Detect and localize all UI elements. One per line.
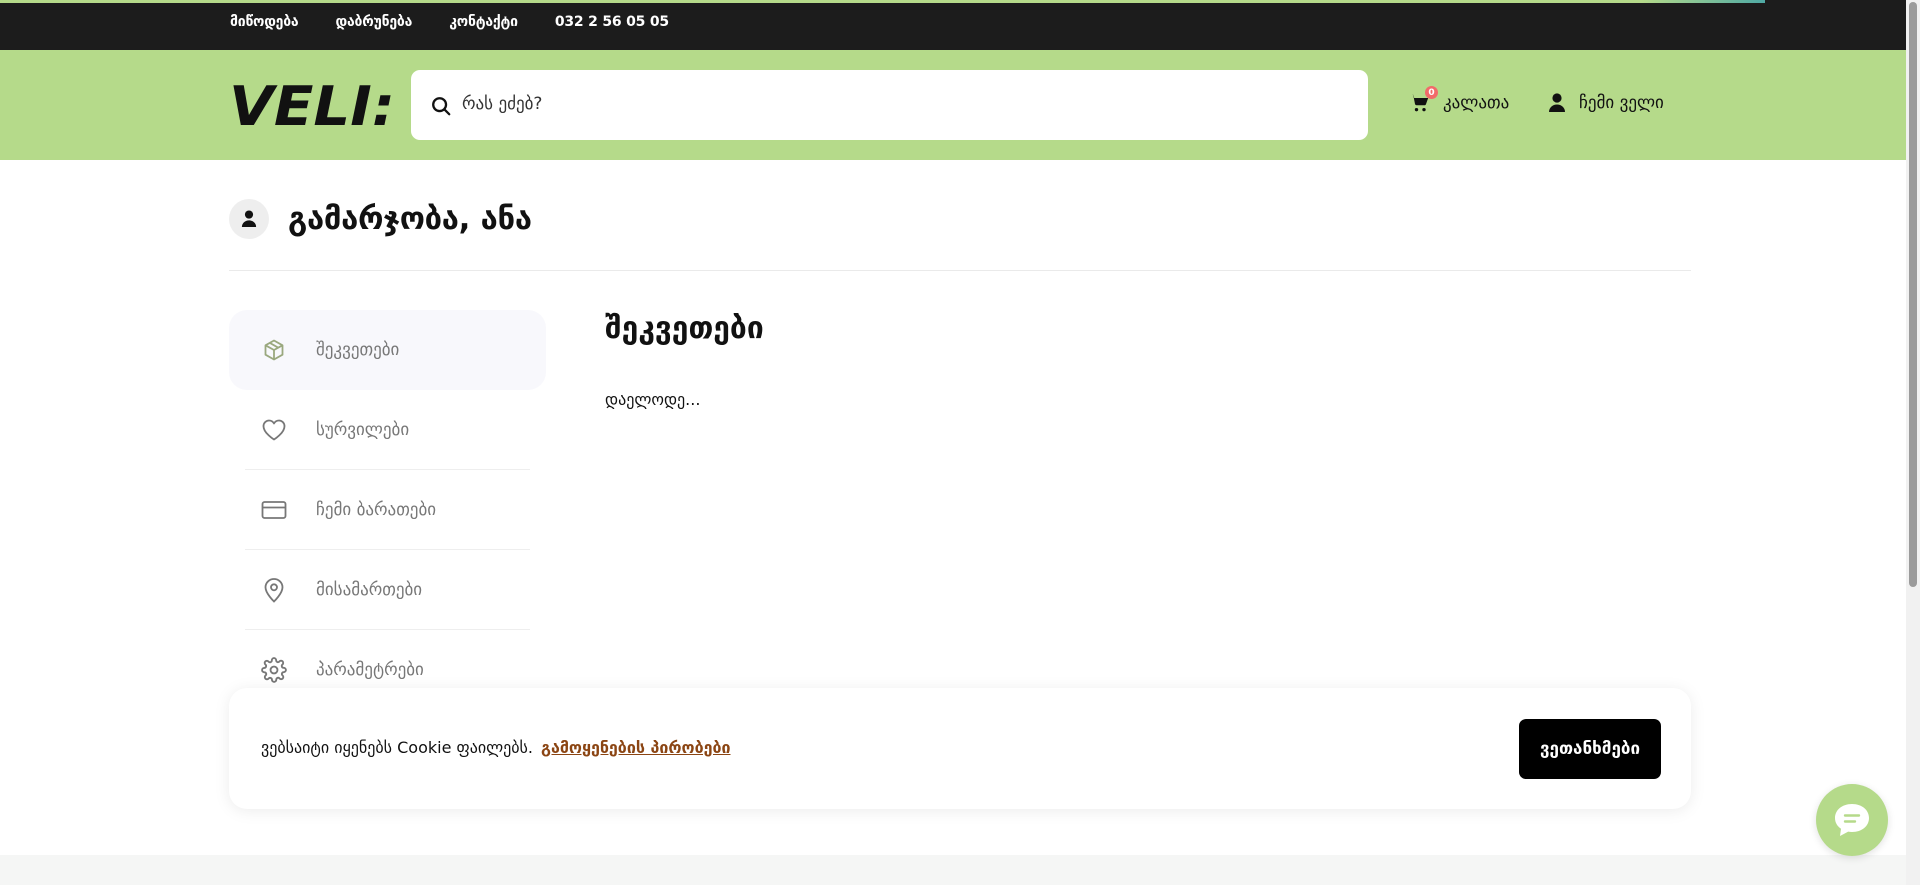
scrollbar[interactable] xyxy=(1906,0,1920,885)
user-avatar-icon xyxy=(241,210,257,227)
box-icon xyxy=(261,337,287,363)
accept-cookies-button[interactable]: ვეთანხმები xyxy=(1519,719,1661,779)
cookie-terms-link[interactable]: გამოყენების პირობები xyxy=(541,738,731,757)
search-icon xyxy=(432,97,451,116)
footer-strip xyxy=(0,855,1906,885)
cookie-banner: ვებსაიტი იყენებს Cookie ფაილებს. გამოყენე… xyxy=(229,688,1691,809)
cart-label: კალათა xyxy=(1443,93,1510,113)
sidebar-item-orders[interactable]: შეკვეთები xyxy=(229,310,546,390)
sidebar-item-label: ჩემი ბარათები xyxy=(316,500,437,520)
chat-icon xyxy=(1835,804,1869,836)
search-bar[interactable]: რას ეძებ? xyxy=(411,70,1368,140)
logo[interactable]: VELI: xyxy=(229,81,399,131)
sidebar-item-label: პარამეტრები xyxy=(316,660,424,680)
sidebar-item-addresses[interactable]: მისამართები xyxy=(229,550,546,630)
account-label: ჩემი ველი xyxy=(1579,93,1664,113)
sidebar-item-label: მისამართები xyxy=(316,580,423,600)
top-bar: მიწოდება დაბრუნება კონტაქტი 032 2 56 05 … xyxy=(0,0,1920,50)
cookie-message: ვებსაიტი იყენებს Cookie ფაილებს. გამოყენე… xyxy=(261,738,731,757)
profile-greeting: გამარჯობა, ანა xyxy=(229,199,532,239)
cart-count-badge: 0 xyxy=(1425,86,1438,99)
account-sidebar: შეკვეთები სურვილები ჩემი ბარათები მისამა… xyxy=(229,310,546,710)
top-link-contact[interactable]: კონტაქტი xyxy=(449,14,518,30)
avatar xyxy=(229,199,269,239)
page-load-progress xyxy=(0,0,1765,3)
map-pin-icon xyxy=(261,577,287,603)
gear-icon xyxy=(261,657,287,683)
credit-card-icon xyxy=(261,497,287,523)
cookie-text: ვებსაიტი იყენებს Cookie ფაილებს. xyxy=(261,738,533,757)
greeting-text: გამარჯობა, ანა xyxy=(288,201,532,237)
svg-text:VELI:: VELI: xyxy=(229,81,395,131)
sidebar-item-label: შეკვეთები xyxy=(316,340,400,360)
cart-icon: 0 xyxy=(1409,86,1438,113)
sidebar-item-label: სურვილები xyxy=(316,420,410,440)
loading-status: დაელოდე... xyxy=(605,390,701,409)
header: VELI: რას ეძებ? 0 კალათა ჩემი ველი xyxy=(0,50,1920,160)
chat-button[interactable] xyxy=(1816,784,1888,856)
page-title: შეკვეთები xyxy=(605,311,764,346)
top-link-returns[interactable]: დაბრუნება xyxy=(335,14,412,30)
scrollbar-thumb[interactable] xyxy=(1909,2,1917,587)
divider xyxy=(229,270,1691,271)
top-link-phone[interactable]: 032 2 56 05 05 xyxy=(555,14,669,30)
sidebar-item-cards[interactable]: ჩემი ბარათები xyxy=(229,470,546,550)
cart-button[interactable]: 0 კალათა xyxy=(1409,86,1510,113)
top-link-delivery[interactable]: მიწოდება xyxy=(230,14,299,30)
heart-icon xyxy=(261,417,287,443)
sidebar-item-wishlist[interactable]: სურვილები xyxy=(229,390,546,470)
account-button[interactable]: ჩემი ველი xyxy=(1548,93,1664,113)
top-links: მიწოდება დაბრუნება კონტაქტი 032 2 56 05 … xyxy=(230,14,669,30)
user-icon xyxy=(1549,93,1565,112)
search-input[interactable]: რას ეძებ? xyxy=(462,94,542,114)
